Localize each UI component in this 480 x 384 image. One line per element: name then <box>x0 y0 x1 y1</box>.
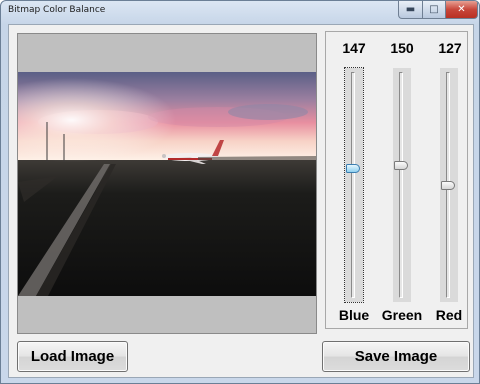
color-slider-panel: 147 150 127 Blue Green Red <box>325 31 468 329</box>
client-area: 147 150 127 Blue Green Red Load Image Sa… <box>8 24 474 378</box>
maximize-icon: □ <box>429 3 439 15</box>
close-icon: ✕ <box>457 3 466 15</box>
red-value: 127 <box>438 40 462 56</box>
minimize-button[interactable]: ▬ <box>398 1 423 19</box>
image-display <box>17 33 317 334</box>
blue-slider-thumb[interactable] <box>346 163 360 173</box>
app-window: Bitmap Color Balance ▬ □ ✕ 147 150 127 B… <box>0 0 480 384</box>
blue-slider-track <box>351 72 355 298</box>
minimize-icon: ▬ <box>405 3 416 15</box>
green-slider-thumb[interactable] <box>394 161 408 171</box>
blue-value: 147 <box>342 40 366 56</box>
green-slider[interactable] <box>393 68 411 302</box>
green-slider-track <box>399 72 403 298</box>
green-label: Green <box>381 307 423 323</box>
save-image-button[interactable]: Save Image <box>322 341 470 372</box>
close-button[interactable]: ✕ <box>445 1 478 19</box>
loaded-photo <box>18 72 316 296</box>
maximize-button[interactable]: □ <box>422 1 446 19</box>
blue-slider[interactable] <box>344 67 364 303</box>
blue-label: Blue <box>338 307 370 323</box>
window-title: Bitmap Color Balance <box>8 5 106 15</box>
red-slider[interactable] <box>440 68 458 302</box>
title-bar[interactable]: Bitmap Color Balance ▬ □ ✕ <box>1 1 479 23</box>
red-slider-thumb[interactable] <box>441 180 455 190</box>
load-image-button[interactable]: Load Image <box>17 341 128 372</box>
red-label: Red <box>435 307 463 323</box>
green-value: 150 <box>390 40 414 56</box>
